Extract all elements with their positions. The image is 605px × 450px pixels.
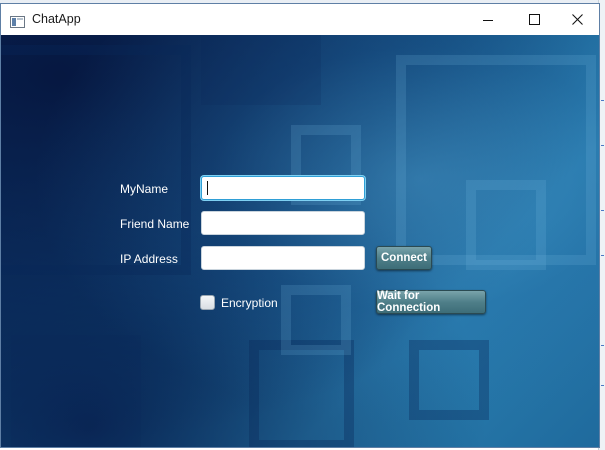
background-pattern bbox=[281, 285, 351, 355]
close-icon bbox=[571, 14, 583, 25]
background-pattern bbox=[249, 340, 354, 447]
ip-address-label: IP Address bbox=[120, 252, 178, 266]
connect-button-label: Connect bbox=[381, 252, 427, 264]
wait-for-connection-label: Wait for Connection bbox=[377, 290, 441, 314]
window-title: ChatApp bbox=[32, 12, 81, 26]
maximize-button[interactable] bbox=[511, 4, 557, 35]
friend-name-label: Friend Name bbox=[120, 217, 190, 231]
ip-address-input[interactable] bbox=[201, 246, 365, 270]
background-pattern bbox=[11, 335, 141, 447]
encryption-checkbox[interactable] bbox=[200, 295, 215, 310]
connect-button[interactable]: Connect bbox=[376, 246, 432, 270]
background-pattern bbox=[466, 180, 546, 270]
wait-for-connection-button[interactable]: Wait for Connection bbox=[376, 290, 486, 314]
encryption-label: Encryption bbox=[221, 296, 278, 310]
app-window: ChatApp MyName Friend Name IP Address Co… bbox=[0, 3, 600, 448]
maximize-icon bbox=[528, 14, 540, 25]
app-icon bbox=[10, 13, 25, 28]
close-button[interactable] bbox=[554, 4, 600, 35]
my-name-input[interactable] bbox=[201, 176, 365, 200]
title-bar[interactable]: ChatApp bbox=[1, 4, 599, 35]
my-name-label: MyName bbox=[120, 182, 169, 196]
friend-name-input[interactable] bbox=[201, 211, 365, 235]
background-pattern bbox=[409, 340, 489, 420]
minimize-icon bbox=[483, 19, 493, 21]
minimize-button[interactable] bbox=[465, 4, 511, 35]
background-pattern bbox=[1, 45, 191, 275]
login-panel: MyName Friend Name IP Address Connect En… bbox=[1, 35, 599, 447]
background-pattern bbox=[201, 35, 321, 105]
text-caret bbox=[207, 181, 208, 195]
